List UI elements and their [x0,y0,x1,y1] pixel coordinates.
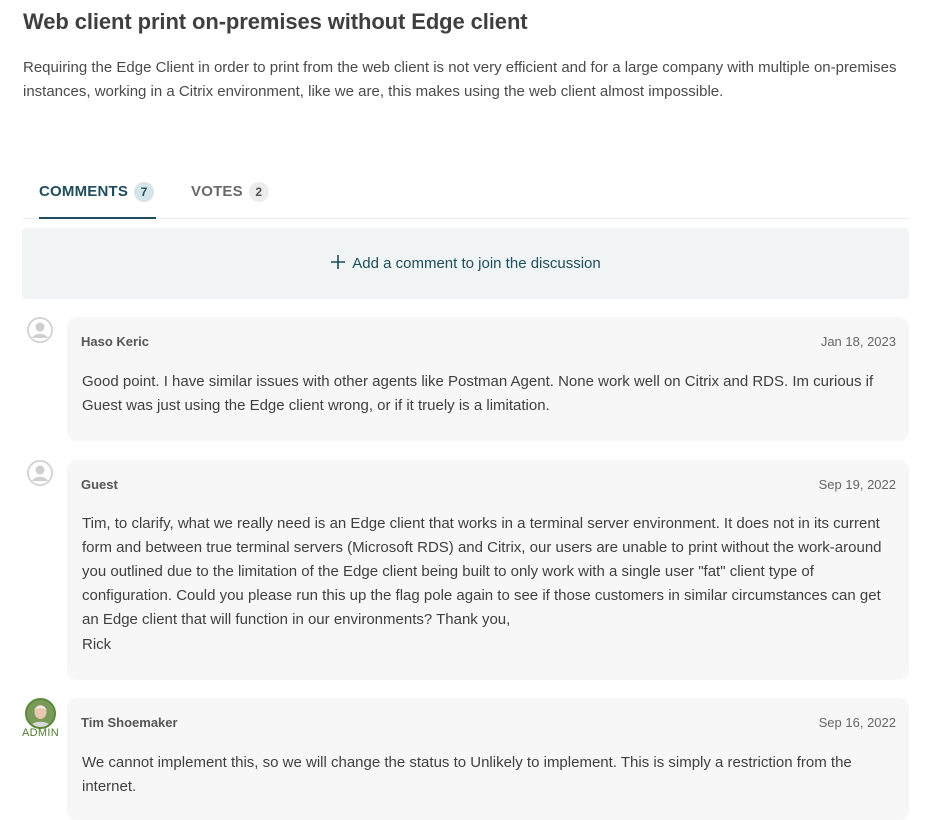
idea-description: Requiring the Edge Client in order to pr… [23,59,897,100]
comment-item: Haso Keric Jan 18, 2023 Good point. I ha… [22,317,909,441]
votes-count-badge: 2 [248,182,269,202]
comment-date: Jan 18, 2023 [820,334,896,349]
comment-bubble: Haso Keric Jan 18, 2023 Good point. I ha… [67,317,909,441]
comment-text: Good point. I have similar issues with o… [82,373,874,414]
plus-icon [330,254,346,274]
add-comment-button[interactable]: Add a comment to join the discussion [22,228,909,299]
comment-text: Tim, to clarify, what we really need is … [82,515,882,628]
tab-bar: COMMENTS 7 VOTES 2 [23,182,909,219]
tab-votes[interactable]: VOTES 2 [191,182,269,219]
comment-item: Guest Sep 19, 2022 Tim, to clarify, what… [22,460,909,680]
comment-signature: Rick [82,636,112,653]
comment-bubble: Guest Sep 19, 2022 Tim, to clarify, what… [67,460,909,680]
comment-author[interactable]: Guest [81,477,118,492]
comment-date: Sep 16, 2022 [818,715,896,730]
comment-author[interactable]: Tim Shoemaker [81,715,178,730]
comment-author[interactable]: Haso Keric [81,334,149,349]
tab-comments[interactable]: COMMENTS 7 [39,182,157,219]
comment-bubble: Tim Shoemaker Sep 16, 2022 We cannot imp… [67,698,909,820]
comment-date: Sep 19, 2022 [818,477,896,492]
comment-text: We cannot implement this, so we will cha… [82,754,852,795]
tab-comments-label: COMMENTS [39,183,129,200]
comments-count-badge: 7 [134,182,155,202]
user-silhouette-icon [27,317,53,343]
comment-item: ADMIN Tim Shoemaker Sep 16, 2022 We cann… [22,698,909,820]
add-comment-label: Add a comment to join the discussion [352,255,601,272]
admin-role-tag: ADMIN [22,727,59,739]
tab-votes-label: VOTES [191,183,243,200]
idea-title: Web client print on-premises without Edg… [23,9,528,34]
user-photo [25,698,56,729]
user-silhouette-icon [27,460,53,486]
